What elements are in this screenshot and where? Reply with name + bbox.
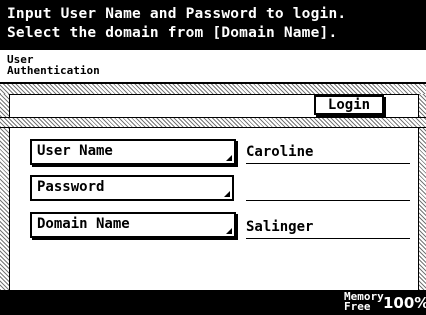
memory-label-line-2: Free [344,300,371,313]
user-name-button[interactable]: User Name [30,139,236,165]
domain-name-value: Salinger [246,214,410,239]
password-value [246,176,410,201]
breadcrumb: User Authentication [0,50,426,84]
instruction-line-2: Select the domain from [Domain Name]. [7,25,338,41]
domain-name-button[interactable]: Domain Name [30,212,236,238]
password-button[interactable]: Password [30,175,234,201]
instruction-header: Input User Name and Password to login. S… [0,0,426,50]
breadcrumb-line-2: Authentication [7,64,100,77]
pattern-divider-middle [0,117,426,128]
memory-free-label: Memory Free [344,291,384,313]
instruction-line-1: Input User Name and Password to login. [7,6,347,22]
login-button[interactable]: Login [314,95,384,115]
authentication-screen: Input User Name and Password to login. S… [0,0,426,315]
pattern-divider-top [0,84,426,95]
memory-free-value: 100% [383,294,426,312]
user-name-value: Caroline [246,139,410,164]
status-footer: Memory Free 100% [0,290,426,315]
